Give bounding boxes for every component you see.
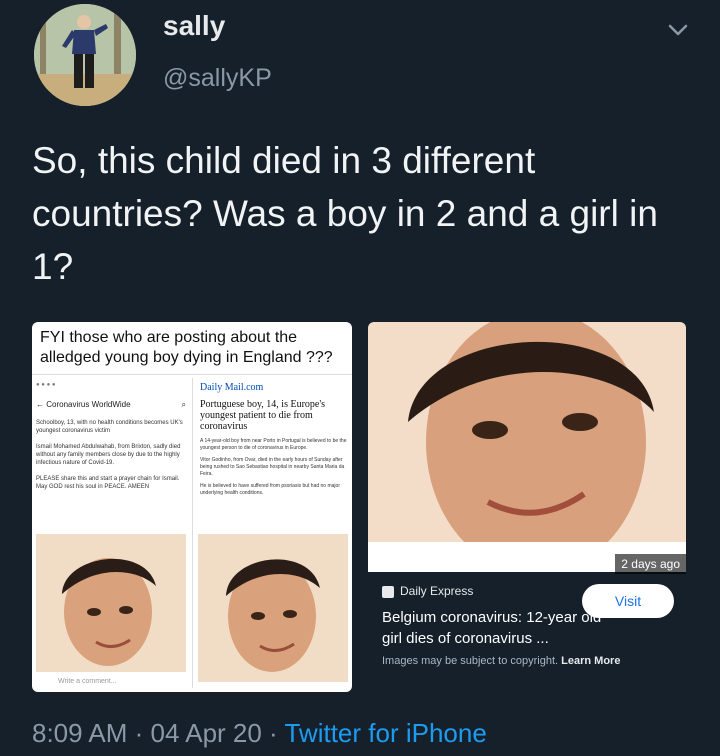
boy-photo [36,534,186,672]
news-source-icon [382,585,394,598]
post-paragraph: Ismail Mohamed Abdulwahab, from Brixton,… [36,444,181,466]
article-headline: Portuguese boy, 14, is Europe's youngest… [200,399,326,432]
copyright-notice: Images may be subject to copyright. Lear… [382,655,621,667]
tweet-meta: 8:09 AM · 04 Apr 20 · Twitter for iPhone [32,718,487,749]
learn-more-link[interactable]: Learn More [561,655,620,667]
article-paragraph: He is believed to have suffered from pso… [200,483,340,496]
boy-photo [368,322,686,572]
result-title[interactable]: Belgium coronavirus: 12-year old girl di… [382,607,602,649]
image-caption: FYI those who are posting about the alle… [40,329,333,366]
tweet-text: So, this child died in 3 different count… [32,140,658,287]
post-header: ← Coronavirus WorldWide ⌕ [36,400,186,409]
tweet-image-search-result[interactable]: 2 days ago Daily Express Visit Belgium c… [368,322,686,692]
image-age-badge: 2 days ago [615,554,686,574]
dailymail-logo: Daily Mail.com [200,382,264,393]
article-paragraph: Vitor Godinho, from Ovar, died in the ea… [200,457,345,477]
divider [32,374,352,375]
status-bar: ● ● ● ● [36,382,56,388]
tweet-source[interactable]: Twitter for iPhone [284,718,486,748]
separator: · [127,718,151,748]
separator: · [261,718,285,748]
back-arrow-icon: ← [36,400,44,409]
avatar-photo [34,4,136,106]
boy-photo [198,534,348,682]
divider [192,378,193,688]
tweet-date[interactable]: 04 Apr 20 [151,718,262,748]
avatar[interactable] [34,4,136,106]
search-icon: ⌕ [181,400,186,409]
display-name[interactable]: sally [163,10,225,42]
result-source: Daily Express [382,584,473,598]
article-paragraph: A 14-year-old boy from near Porto in Por… [200,438,347,451]
post-paragraph: PLEASE share this and start a prayer cha… [36,476,180,490]
tweet-image-collage[interactable]: FYI those who are posting about the alle… [32,322,352,692]
comment-box: Write a comment... [58,678,117,685]
user-handle[interactable]: @sallyKP [163,64,272,93]
post-paragraph: Schoolboy, 13, with no health conditions… [36,420,183,434]
chevron-down-icon[interactable] [662,14,694,46]
tweet-time[interactable]: 8:09 AM [32,718,127,748]
dailymail-article-screenshot: Daily Mail.com Portuguese boy, 14, is Eu… [200,382,350,542]
